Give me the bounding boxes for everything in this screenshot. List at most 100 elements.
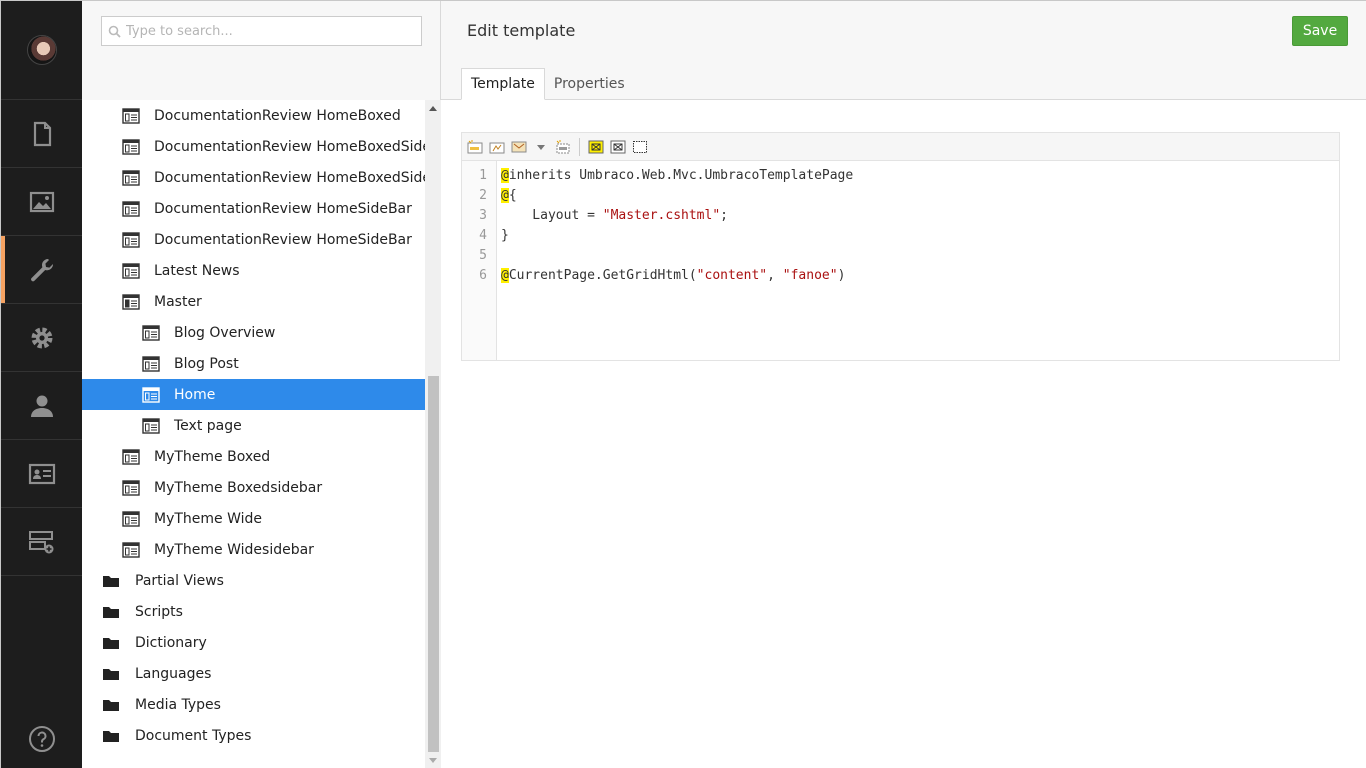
tree-template-item[interactable]: MyTheme Boxed xyxy=(82,441,425,472)
tree-panel: DocumentationReview HomeBoxed Documentati… xyxy=(82,1,441,768)
tree-item-label: Scripts xyxy=(135,603,183,620)
template-icon xyxy=(122,200,140,217)
tab-properties[interactable]: Properties xyxy=(545,68,634,100)
search-box xyxy=(101,16,422,46)
code-token: ; xyxy=(720,208,728,223)
tree-template-item[interactable]: Text page xyxy=(82,410,425,441)
code-editor: 123456 @inherits Umbraco.Web.Mvc.Umbraco… xyxy=(461,132,1340,361)
tree-template-item[interactable]: Home xyxy=(82,379,425,410)
tree-item-label: Blog Overview xyxy=(174,324,276,341)
tree-folder-item[interactable]: Document Types xyxy=(82,720,425,751)
tree-template-item[interactable]: Blog Post xyxy=(82,348,425,379)
tree-item-label: MyTheme Widesidebar xyxy=(154,541,314,558)
tree-template-item[interactable]: MyTheme Widesidebar xyxy=(82,534,425,565)
section-content[interactable] xyxy=(1,100,82,168)
section-forms[interactable] xyxy=(1,508,82,576)
tree-folder-item[interactable]: Languages xyxy=(82,658,425,689)
tree-template-item[interactable]: DocumentationReview HomeBoxedSideBar xyxy=(82,131,425,162)
section-media[interactable] xyxy=(1,168,82,236)
tree-item-label: Media Types xyxy=(135,696,221,713)
tree-template-item[interactable]: DocumentationReview HomeBoxed xyxy=(82,100,425,131)
render-section-icon[interactable] xyxy=(588,140,604,154)
template-icon xyxy=(142,417,160,434)
tree-folder-item[interactable]: Scripts xyxy=(82,596,425,627)
main-panel: Edit template Save Template Properties 1… xyxy=(441,1,1366,768)
code-string: "fanoe" xyxy=(782,268,838,283)
code-line[interactable]: } xyxy=(501,226,853,246)
search-input[interactable] xyxy=(102,17,421,45)
tree-folder-item[interactable]: Dictionary xyxy=(82,627,425,658)
code-area[interactable]: 123456 @inherits Umbraco.Web.Mvc.Umbraco… xyxy=(462,161,1339,360)
template-icon xyxy=(122,448,140,465)
define-section-icon[interactable] xyxy=(632,140,648,154)
code-token: inherits Umbraco.Web.Mvc.UmbracoTemplate… xyxy=(508,168,854,183)
template-icon xyxy=(122,138,140,155)
tree-template-item[interactable]: MyTheme Boxedsidebar xyxy=(82,472,425,503)
content-icon xyxy=(33,121,51,146)
settings-wrench-icon xyxy=(30,258,53,281)
section-settings[interactable] xyxy=(1,236,82,304)
tree-template-item[interactable]: DocumentationReview HomeBoxedSideBar xyxy=(82,162,425,193)
template-icon xyxy=(122,293,140,310)
user-avatar[interactable] xyxy=(26,35,57,65)
line-number: 6 xyxy=(479,268,487,283)
template-icon xyxy=(122,479,140,496)
template-icon xyxy=(122,107,140,124)
tree-template-item[interactable]: MyTheme Wide xyxy=(82,503,425,534)
tree-scrollbar[interactable] xyxy=(425,100,441,768)
code-text[interactable]: @ inherits Umbraco.Web.Mvc.UmbracoTemplat… xyxy=(497,161,853,360)
code-token: , xyxy=(767,268,783,283)
tree-template-item[interactable]: Latest News xyxy=(82,255,425,286)
tree-template-item[interactable]: Blog Overview xyxy=(82,317,425,348)
members-icon xyxy=(28,463,55,484)
code-token: CurrentPage.GetGridHtml( xyxy=(508,268,697,283)
tree-item-label: Document Types xyxy=(135,727,252,744)
scroll-down-arrow-icon[interactable] xyxy=(429,758,437,763)
code-line[interactable]: @inherits Umbraco.Web.Mvc.UmbracoTemplat… xyxy=(501,166,853,186)
code-token: } xyxy=(501,228,509,243)
insert-section-icon[interactable] xyxy=(555,139,571,154)
render-body-icon[interactable] xyxy=(610,140,626,154)
section-members[interactable] xyxy=(1,440,82,508)
code-line[interactable]: @{ xyxy=(501,186,853,206)
template-icon xyxy=(122,541,140,558)
tree-item-label: Latest News xyxy=(154,262,240,279)
code-line[interactable] xyxy=(501,246,853,266)
tree-template-item[interactable]: DocumentationReview HomeSideBar xyxy=(82,224,425,255)
code-line[interactable]: @CurrentPage.GetGridHtml("content", "fan… xyxy=(501,266,853,286)
editor-header: Edit template Save Template Properties xyxy=(441,1,1366,100)
help-question-icon[interactable] xyxy=(28,725,56,753)
tree-template-item[interactable]: Master xyxy=(82,286,425,317)
settings-tree: DocumentationReview HomeBoxed Documentati… xyxy=(82,100,425,768)
tree-item-label: Blog Post xyxy=(174,355,239,372)
chevron-down-icon[interactable] xyxy=(533,140,549,154)
umbraco-backoffice: DocumentationReview HomeBoxed Documentati… xyxy=(0,0,1366,768)
section-users[interactable] xyxy=(1,372,82,440)
insert-page-field-icon[interactable] xyxy=(467,139,483,154)
tree-item-label: DocumentationReview HomeBoxedSideBar xyxy=(154,138,425,155)
template-icon xyxy=(122,169,140,186)
search-area xyxy=(82,1,440,100)
template-icon xyxy=(142,324,160,341)
tree-folder-item[interactable]: Media Types xyxy=(82,689,425,720)
save-button[interactable]: Save xyxy=(1292,16,1348,46)
sections-bar xyxy=(1,1,82,768)
code-line[interactable]: Layout = "Master.cshtml"; xyxy=(501,206,853,226)
tab-template[interactable]: Template xyxy=(461,68,545,100)
folder-icon xyxy=(102,635,120,651)
insert-dictionary-icon[interactable] xyxy=(511,140,527,154)
tree-item-label: Home xyxy=(174,386,216,403)
scroll-up-arrow-icon[interactable] xyxy=(429,106,437,111)
forms-icon xyxy=(28,530,53,553)
razor-at: @ xyxy=(501,268,509,283)
tree-folder-item[interactable]: Partial Views xyxy=(82,565,425,596)
insert-macro-icon[interactable] xyxy=(489,140,505,154)
folder-icon xyxy=(102,697,120,713)
section-developer[interactable] xyxy=(1,304,82,372)
scroll-thumb[interactable] xyxy=(428,376,439,752)
tree-template-item[interactable]: DocumentationReview HomeSideBar xyxy=(82,193,425,224)
folder-icon xyxy=(102,666,120,682)
page-title: Edit template xyxy=(467,21,576,40)
folder-icon xyxy=(102,573,120,589)
search-icon xyxy=(108,25,121,38)
